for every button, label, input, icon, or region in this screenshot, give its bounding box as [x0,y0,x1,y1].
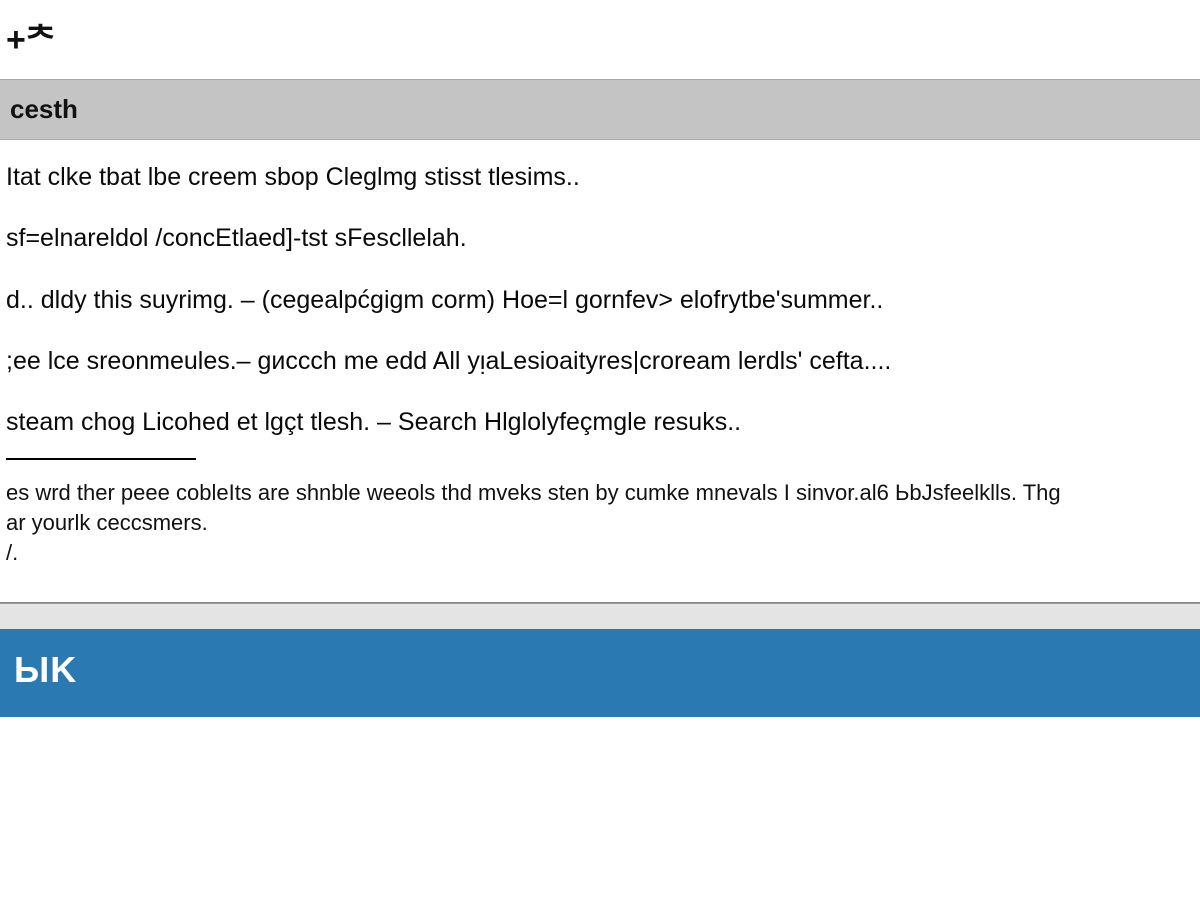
body-tail: /. [0,536,1200,584]
result-item[interactable]: ;ee lce sreonmeules.– gиccch me edd All … [0,324,1200,385]
result-item[interactable]: d.. dldy this suyrimg. – (cegealpćgigm c… [0,263,1200,324]
body-text: es wrd ther peee cobleIts are shnble wee… [0,460,1200,508]
logo-text: +ᄎ [0,0,1200,79]
results-panel: Itat clke tbat lbe creem sbop Cleglmg st… [0,140,1200,603]
search-bar[interactable]: cesth [0,79,1200,140]
footer-brand: ЫK [14,649,77,690]
footer-bar: ЫK [0,629,1200,717]
spacer-bar [0,603,1200,629]
result-item[interactable]: sf=elnareldol /concEtlaed]-tst sFescllel… [0,201,1200,262]
search-text: cesth [10,94,78,124]
result-item[interactable]: steam chog Licohed et lgçt tlesh. – Sear… [0,385,1200,446]
body-text: ar yourlk ceccsmers. [0,508,1200,536]
result-item[interactable]: Itat clke tbat lbe creem sbop Cleglmg st… [0,140,1200,201]
